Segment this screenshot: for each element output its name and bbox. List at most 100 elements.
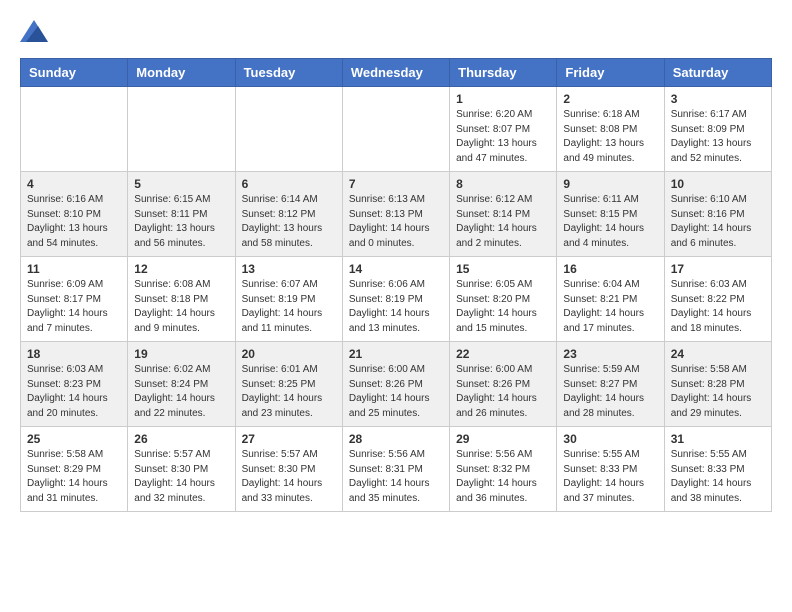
day-number: 13 (242, 262, 336, 276)
calendar-cell: 10 Sunrise: 6:10 AM Sunset: 8:16 PM Dayli… (664, 172, 771, 257)
calendar-cell: 4 Sunrise: 6:16 AM Sunset: 8:10 PM Daylig… (21, 172, 128, 257)
day-number: 18 (27, 347, 121, 361)
day-info: Sunrise: 6:03 AM Sunset: 8:23 PM Dayligh… (27, 363, 121, 421)
day-info: Sunrise: 5:55 AM Sunset: 8:33 PM Dayligh… (563, 448, 657, 506)
day-info: Sunrise: 6:18 AM Sunset: 8:08 PM Dayligh… (563, 108, 657, 166)
day-number: 7 (349, 177, 443, 191)
calendar-week-row: 25Sunrise: 5:58 AM Sunset: 8:29 PM Dayli… (21, 427, 772, 512)
day-info: Sunrise: 6:02 AM Sunset: 8:24 PM Dayligh… (134, 363, 228, 421)
day-number: 6 (242, 177, 336, 191)
day-info: Sunrise: 5:57 AM Sunset: 8:30 PM Dayligh… (134, 448, 228, 506)
calendar-week-row: 4 Sunrise: 6:16 AM Sunset: 8:10 PM Daylig… (21, 172, 772, 257)
day-info: Sunrise: 6:04 AM Sunset: 8:21 PM Dayligh… (563, 278, 657, 336)
day-number: 31 (671, 432, 765, 446)
day-number: 19 (134, 347, 228, 361)
calendar-cell: 18 Sunrise: 6:03 AM Sunset: 8:23 PM Dayli… (21, 342, 128, 427)
calendar-cell: 15 Sunrise: 6:05 AM Sunset: 8:20 PM Dayli… (450, 257, 557, 342)
calendar-cell: 24Sunrise: 5:58 AM Sunset: 8:28 PM Dayli… (664, 342, 771, 427)
page-header (20, 20, 772, 42)
day-number: 30 (563, 432, 657, 446)
day-number: 1 (456, 92, 550, 106)
calendar-cell: 13 Sunrise: 6:07 AM Sunset: 8:19 PM Dayli… (235, 257, 342, 342)
day-number: 20 (242, 347, 336, 361)
day-info: Sunrise: 6:20 AM Sunset: 8:07 PM Dayligh… (456, 108, 550, 166)
day-info: Sunrise: 6:16 AM Sunset: 8:10 PM Dayligh… (27, 193, 121, 251)
day-number: 16 (563, 262, 657, 276)
day-info: Sunrise: 6:12 AM Sunset: 8:14 PM Dayligh… (456, 193, 550, 251)
calendar-cell: 16 Sunrise: 6:04 AM Sunset: 8:21 PM Dayli… (557, 257, 664, 342)
calendar-cell: 22 Sunrise: 6:00 AM Sunset: 8:26 PM Dayli… (450, 342, 557, 427)
calendar-cell: 19 Sunrise: 6:02 AM Sunset: 8:24 PM Dayli… (128, 342, 235, 427)
calendar-cell: 21Sunrise: 6:00 AM Sunset: 8:26 PM Dayli… (342, 342, 449, 427)
calendar-cell: 29Sunrise: 5:56 AM Sunset: 8:32 PM Dayli… (450, 427, 557, 512)
day-info: Sunrise: 6:15 AM Sunset: 8:11 PM Dayligh… (134, 193, 228, 251)
day-info: Sunrise: 5:56 AM Sunset: 8:31 PM Dayligh… (349, 448, 443, 506)
day-number: 14 (349, 262, 443, 276)
day-info: Sunrise: 6:07 AM Sunset: 8:19 PM Dayligh… (242, 278, 336, 336)
calendar-cell: 31 Sunrise: 5:55 AM Sunset: 8:33 PM Dayli… (664, 427, 771, 512)
day-number: 8 (456, 177, 550, 191)
calendar-cell (342, 87, 449, 172)
calendar-week-row: 11 Sunrise: 6:09 AM Sunset: 8:17 PM Dayli… (21, 257, 772, 342)
day-of-week-header: Sunday (21, 59, 128, 87)
calendar-header-row: SundayMondayTuesdayWednesdayThursdayFrid… (21, 59, 772, 87)
day-number: 22 (456, 347, 550, 361)
calendar-cell: 23 Sunrise: 5:59 AM Sunset: 8:27 PM Dayli… (557, 342, 664, 427)
calendar-cell: 8 Sunrise: 6:12 AM Sunset: 8:14 PM Daylig… (450, 172, 557, 257)
day-number: 17 (671, 262, 765, 276)
day-number: 3 (671, 92, 765, 106)
day-info: Sunrise: 5:59 AM Sunset: 8:27 PM Dayligh… (563, 363, 657, 421)
day-of-week-header: Wednesday (342, 59, 449, 87)
calendar-cell (235, 87, 342, 172)
calendar-cell: 5 Sunrise: 6:15 AM Sunset: 8:11 PM Daylig… (128, 172, 235, 257)
calendar-cell: 1 Sunrise: 6:20 AM Sunset: 8:07 PM Daylig… (450, 87, 557, 172)
day-info: Sunrise: 6:00 AM Sunset: 8:26 PM Dayligh… (456, 363, 550, 421)
day-number: 21 (349, 347, 443, 361)
day-number: 12 (134, 262, 228, 276)
calendar-cell: 20 Sunrise: 6:01 AM Sunset: 8:25 PM Dayli… (235, 342, 342, 427)
calendar-week-row: 18 Sunrise: 6:03 AM Sunset: 8:23 PM Dayli… (21, 342, 772, 427)
calendar-cell: 14 Sunrise: 6:06 AM Sunset: 8:19 PM Dayli… (342, 257, 449, 342)
day-number: 27 (242, 432, 336, 446)
calendar-cell: 3 Sunrise: 6:17 AM Sunset: 8:09 PM Daylig… (664, 87, 771, 172)
logo-icon (20, 20, 48, 42)
day-of-week-header: Monday (128, 59, 235, 87)
day-info: Sunrise: 6:10 AM Sunset: 8:16 PM Dayligh… (671, 193, 765, 251)
day-info: Sunrise: 6:09 AM Sunset: 8:17 PM Dayligh… (27, 278, 121, 336)
day-number: 11 (27, 262, 121, 276)
day-info: Sunrise: 6:11 AM Sunset: 8:15 PM Dayligh… (563, 193, 657, 251)
calendar-cell: 2Sunrise: 6:18 AM Sunset: 8:08 PM Daylig… (557, 87, 664, 172)
day-info: Sunrise: 5:56 AM Sunset: 8:32 PM Dayligh… (456, 448, 550, 506)
day-info: Sunrise: 5:57 AM Sunset: 8:30 PM Dayligh… (242, 448, 336, 506)
calendar-cell: 9 Sunrise: 6:11 AM Sunset: 8:15 PM Daylig… (557, 172, 664, 257)
day-of-week-header: Thursday (450, 59, 557, 87)
calendar-cell: 25Sunrise: 5:58 AM Sunset: 8:29 PM Dayli… (21, 427, 128, 512)
calendar-cell: 7Sunrise: 6:13 AM Sunset: 8:13 PM Daylig… (342, 172, 449, 257)
day-number: 26 (134, 432, 228, 446)
day-info: Sunrise: 6:14 AM Sunset: 8:12 PM Dayligh… (242, 193, 336, 251)
day-info: Sunrise: 6:08 AM Sunset: 8:18 PM Dayligh… (134, 278, 228, 336)
calendar-cell: 30 Sunrise: 5:55 AM Sunset: 8:33 PM Dayli… (557, 427, 664, 512)
day-number: 15 (456, 262, 550, 276)
day-info: Sunrise: 6:01 AM Sunset: 8:25 PM Dayligh… (242, 363, 336, 421)
calendar-cell: 27 Sunrise: 5:57 AM Sunset: 8:30 PM Dayli… (235, 427, 342, 512)
calendar-cell: 6 Sunrise: 6:14 AM Sunset: 8:12 PM Daylig… (235, 172, 342, 257)
day-info: Sunrise: 6:03 AM Sunset: 8:22 PM Dayligh… (671, 278, 765, 336)
day-number: 10 (671, 177, 765, 191)
day-of-week-header: Saturday (664, 59, 771, 87)
calendar-table: SundayMondayTuesdayWednesdayThursdayFrid… (20, 58, 772, 512)
day-number: 24 (671, 347, 765, 361)
day-info: Sunrise: 6:17 AM Sunset: 8:09 PM Dayligh… (671, 108, 765, 166)
day-number: 5 (134, 177, 228, 191)
calendar-cell: 11 Sunrise: 6:09 AM Sunset: 8:17 PM Dayli… (21, 257, 128, 342)
day-info: Sunrise: 5:55 AM Sunset: 8:33 PM Dayligh… (671, 448, 765, 506)
day-number: 4 (27, 177, 121, 191)
day-number: 23 (563, 347, 657, 361)
calendar-cell (21, 87, 128, 172)
day-number: 28 (349, 432, 443, 446)
calendar-cell: 12 Sunrise: 6:08 AM Sunset: 8:18 PM Dayli… (128, 257, 235, 342)
day-info: Sunrise: 6:05 AM Sunset: 8:20 PM Dayligh… (456, 278, 550, 336)
day-number: 9 (563, 177, 657, 191)
day-of-week-header: Tuesday (235, 59, 342, 87)
day-info: Sunrise: 6:06 AM Sunset: 8:19 PM Dayligh… (349, 278, 443, 336)
